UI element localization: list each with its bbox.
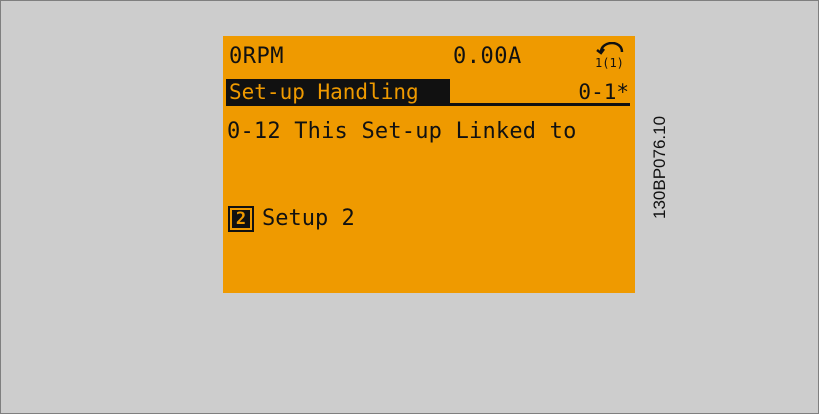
screen-frame: 0RPM 0.00A 1(1) Set-up Handling 0-1* 0-1… (0, 0, 819, 414)
figure-code: 130BP076.10 (650, 115, 669, 219)
speed-readout: 0RPM (229, 44, 284, 69)
parameter-title: 0-12 This Set-up Linked to (227, 119, 577, 144)
menu-group-title: Set-up Handling (226, 79, 450, 106)
menu-index: 0-1* (578, 80, 629, 104)
set-up-icon-text: 1(1) (595, 56, 624, 70)
option-label: Setup 2 (262, 206, 355, 231)
lcd-display: 0RPM 0.00A 1(1) Set-up Handling 0-1* 0-1… (223, 36, 635, 293)
set-up-icon: 1(1) (595, 42, 624, 70)
option-number: 2 (232, 210, 250, 228)
menu-header: Set-up Handling 0-1* (226, 79, 631, 106)
selected-option[interactable]: 2 Setup 2 (228, 204, 355, 234)
current-readout: 0.00A (453, 44, 522, 69)
option-number-box: 2 (228, 206, 254, 232)
